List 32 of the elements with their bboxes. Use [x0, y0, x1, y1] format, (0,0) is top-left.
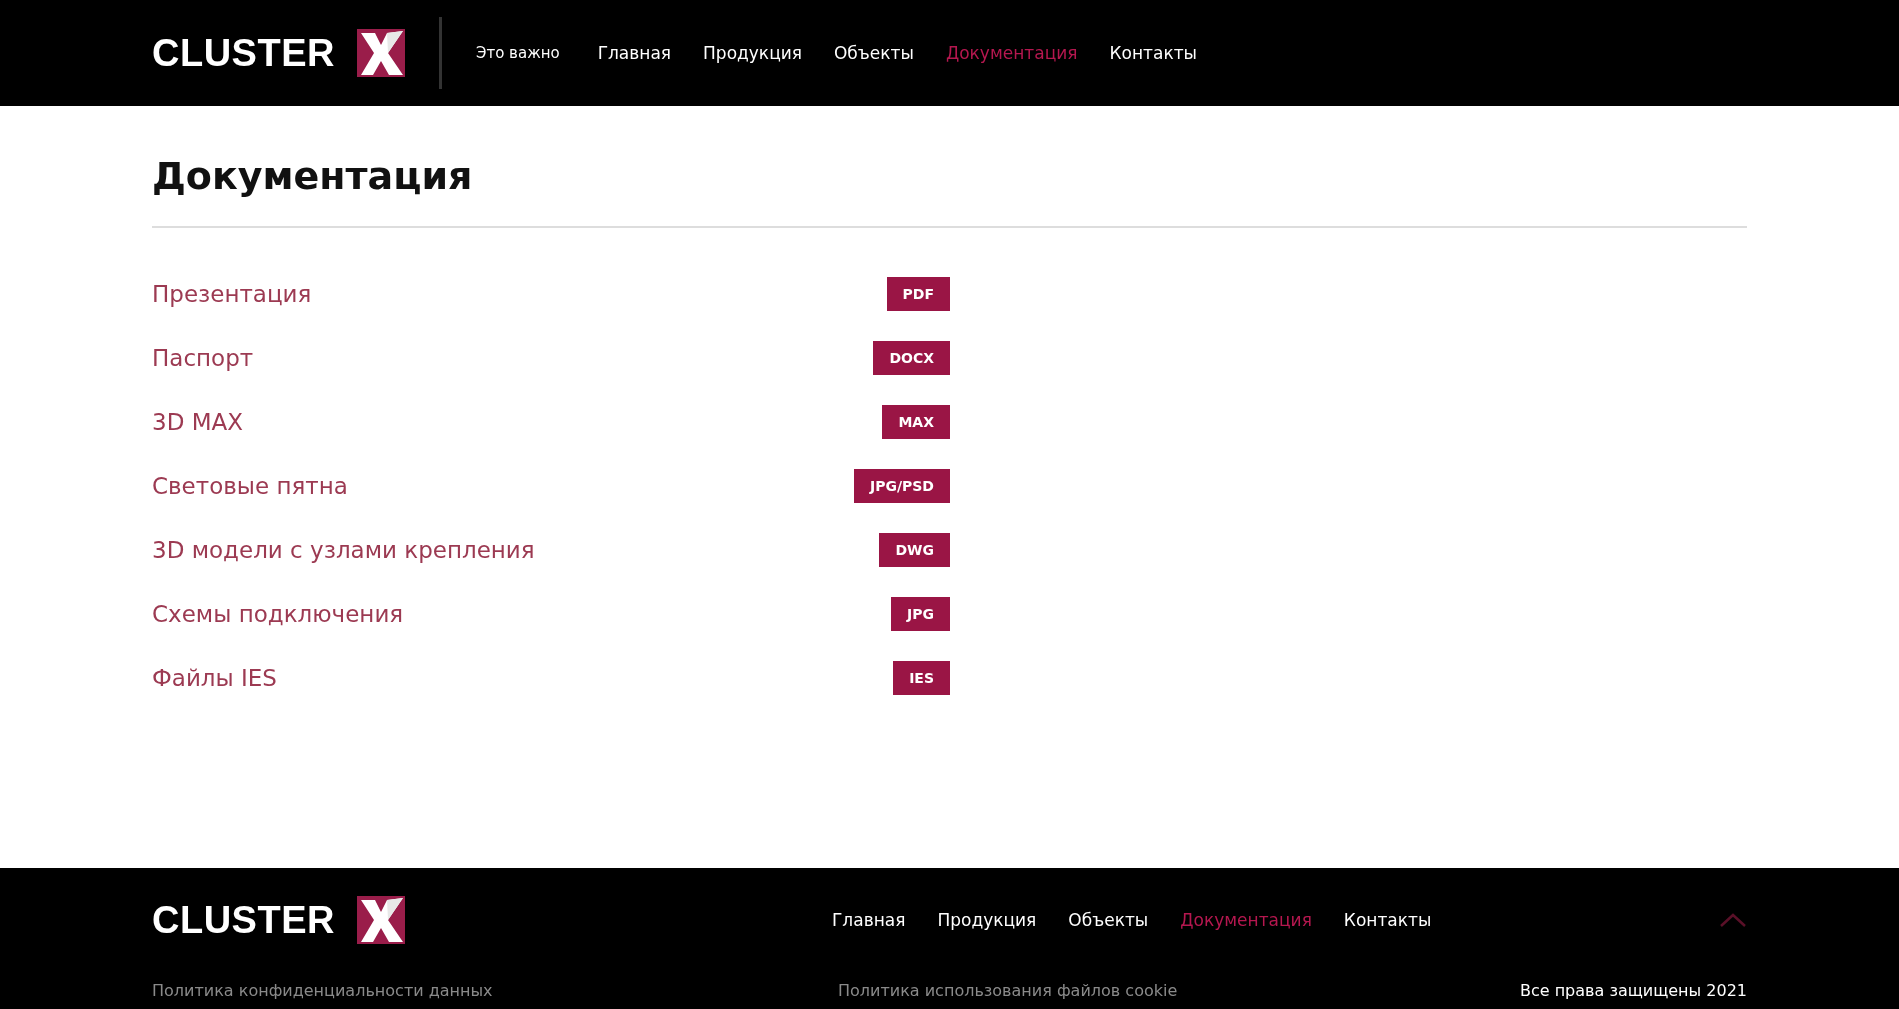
- document-link[interactable]: 3D модели с узлами крепления: [152, 536, 535, 563]
- document-link[interactable]: Презентация: [152, 280, 312, 307]
- x-logo-icon: [356, 28, 405, 78]
- nav-link[interactable]: Контакты: [1343, 910, 1432, 930]
- chevron-up-icon[interactable]: [1719, 912, 1747, 928]
- nav-link[interactable]: Объекты: [1068, 910, 1149, 930]
- format-button[interactable]: JPG: [891, 596, 950, 631]
- privacy-link[interactable]: Политика конфиденциальности данных: [152, 981, 832, 1000]
- page-title: Документация: [152, 156, 474, 198]
- nav-link[interactable]: Продукция: [703, 43, 802, 63]
- copyright-text: Все права защищены 2021: [1519, 981, 1747, 1000]
- nav-link[interactable]: Главная: [597, 43, 672, 63]
- x-logo-icon: [356, 895, 405, 945]
- format-button[interactable]: DWG: [879, 532, 950, 567]
- format-button[interactable]: MAX: [882, 404, 950, 439]
- document-link[interactable]: Паспорт: [152, 344, 254, 371]
- document-link[interactable]: Световые пятна: [152, 472, 348, 499]
- format-button[interactable]: PDF: [886, 276, 950, 311]
- format-button[interactable]: DOCX: [873, 340, 950, 375]
- document-link[interactable]: 3D MAX: [152, 408, 243, 435]
- logo-text[interactable]: CLUSTER: [152, 898, 335, 942]
- format-button[interactable]: IES: [893, 660, 950, 695]
- cookie-link[interactable]: Политика использования файлов cookie: [838, 981, 1520, 1000]
- nav-link[interactable]: Продукция: [937, 910, 1037, 930]
- nav-link[interactable]: Это важно: [475, 44, 560, 62]
- document-link[interactable]: Файлы IES: [152, 664, 277, 691]
- nav-link[interactable]: Контакты: [1109, 43, 1197, 63]
- format-button[interactable]: JPG/PSD: [853, 468, 950, 503]
- logo-text[interactable]: CLUSTER: [152, 31, 335, 75]
- nav-link[interactable]: Объекты: [834, 43, 914, 63]
- document-link[interactable]: Схемы подключения: [152, 600, 404, 627]
- nav-link[interactable]: Главная: [832, 910, 906, 930]
